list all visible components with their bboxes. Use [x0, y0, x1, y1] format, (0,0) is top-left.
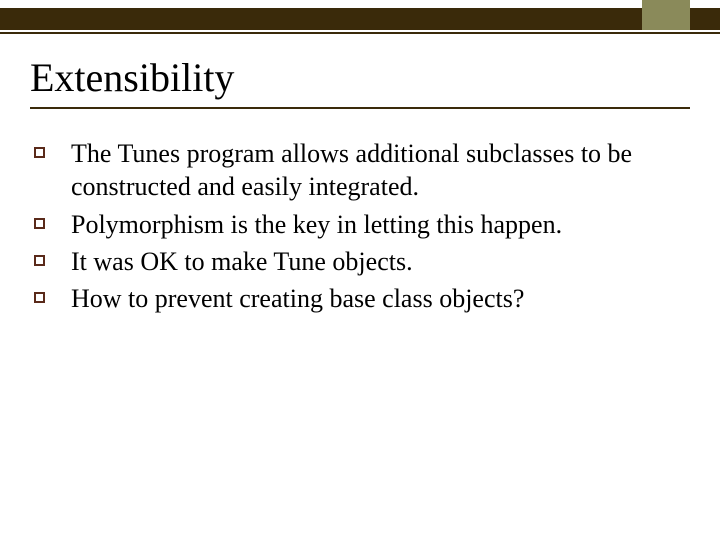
header-accent-square [642, 0, 690, 30]
square-bullet-icon [34, 292, 45, 303]
square-bullet-icon [34, 255, 45, 266]
list-item: Polymorphism is the key in letting this … [34, 208, 690, 241]
bullet-text: It was OK to make Tune objects. [71, 245, 413, 278]
bullet-text: How to prevent creating base class objec… [71, 282, 524, 315]
header-underline [0, 32, 720, 34]
bullet-text: The Tunes program allows additional subc… [71, 137, 690, 204]
square-bullet-icon [34, 218, 45, 229]
square-bullet-icon [34, 147, 45, 158]
bullet-list: The Tunes program allows additional subc… [30, 137, 690, 315]
header-bar [0, 8, 720, 30]
title-underline [30, 107, 690, 109]
list-item: How to prevent creating base class objec… [34, 282, 690, 315]
list-item: The Tunes program allows additional subc… [34, 137, 690, 204]
list-item: It was OK to make Tune objects. [34, 245, 690, 278]
bullet-text: Polymorphism is the key in letting this … [71, 208, 562, 241]
slide-content: Extensibility The Tunes program allows a… [30, 54, 690, 319]
slide-title: Extensibility [30, 54, 690, 101]
